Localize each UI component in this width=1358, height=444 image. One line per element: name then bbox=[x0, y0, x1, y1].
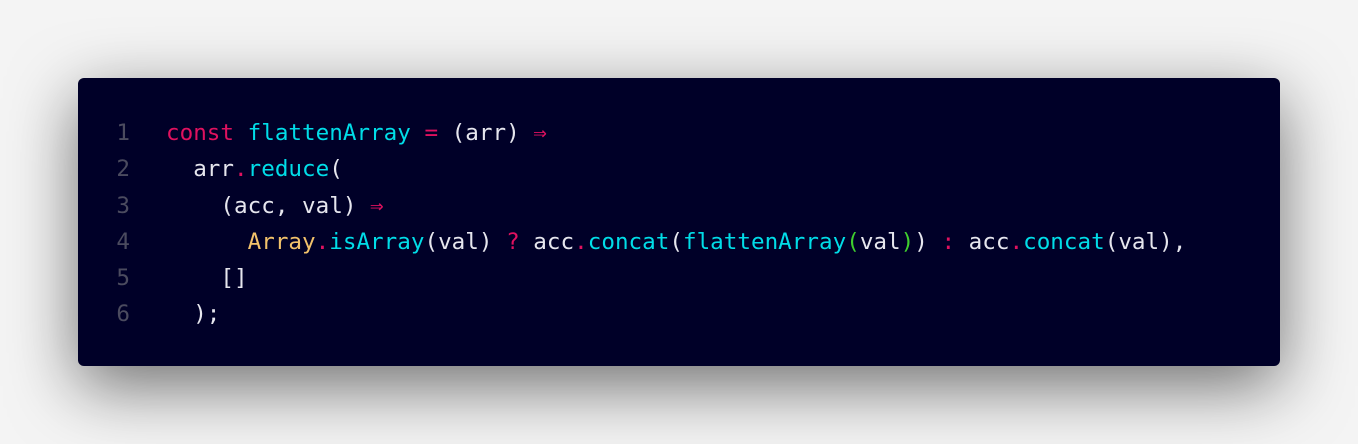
line-number: 6 bbox=[116, 301, 130, 328]
code-line: 6 ); bbox=[78, 296, 1186, 332]
code-token-bracket: ( bbox=[846, 228, 860, 255]
code-token-text: ( bbox=[329, 156, 343, 183]
code-token-keyword: . bbox=[574, 228, 588, 255]
code-token-function: concat bbox=[1023, 228, 1105, 255]
code-block: 1 const flattenArray = (arr) ⇒ 2 arr. reduc… bbox=[78, 115, 1186, 333]
code-token-keyword: . bbox=[234, 156, 248, 183]
code-token-text: acc bbox=[955, 228, 1010, 255]
code-token-text: (acc, val) bbox=[166, 192, 371, 219]
code-line: 1 const flattenArray = (arr) ⇒ bbox=[78, 115, 1186, 151]
line-number: 5 bbox=[116, 265, 130, 292]
code-token-text: ( bbox=[669, 228, 683, 255]
code-token-function: reduce bbox=[247, 156, 330, 183]
line-number: 3 bbox=[116, 192, 130, 219]
code-token-text: [] bbox=[166, 265, 248, 292]
code-token-keyword: . bbox=[1009, 228, 1024, 255]
code-token-keyword: const bbox=[166, 120, 235, 146]
code-token-text: ); bbox=[166, 301, 221, 328]
line-number: 1 bbox=[116, 120, 130, 146]
code-token-keyword: ? bbox=[506, 228, 520, 255]
code-token-keyword: ⇒ bbox=[370, 192, 384, 219]
code-line: 5 [] bbox=[78, 260, 1186, 296]
code-token-text: ) bbox=[914, 228, 942, 255]
code-token-text: (arr) bbox=[438, 120, 534, 146]
code-token-class: Array bbox=[247, 228, 316, 255]
code-token-keyword: : bbox=[941, 228, 956, 255]
code-line: 4 Array. isArray (val) ? acc. concat(flatte… bbox=[78, 224, 1186, 260]
code-token-text: (val), bbox=[1104, 228, 1187, 255]
code-token-text: acc bbox=[519, 228, 575, 255]
code-token-function: flattenArray bbox=[247, 120, 411, 146]
code-token-bracket: ) bbox=[900, 228, 915, 255]
code-token-keyword: . bbox=[315, 228, 330, 255]
code-line: 2 arr. reduce( bbox=[78, 151, 1186, 187]
code-token-text: (val) bbox=[424, 228, 507, 255]
code-token-function: isArray bbox=[329, 228, 425, 255]
code-token-text: val bbox=[859, 228, 901, 255]
line-number: 2 bbox=[116, 156, 130, 183]
line-number: 4 bbox=[116, 228, 130, 255]
code-token-text: arr bbox=[166, 156, 235, 183]
code-token-keyword: ⇒ bbox=[533, 120, 547, 146]
code-line: 3 (acc, val) ⇒ bbox=[78, 188, 1186, 224]
code-window: 1 const flattenArray = (arr) ⇒ 2 arr. reduc… bbox=[78, 78, 1280, 366]
code-token-keyword: = bbox=[424, 120, 439, 146]
code-token-function: flattenArray bbox=[682, 228, 847, 255]
code-token-function: concat bbox=[587, 228, 670, 255]
